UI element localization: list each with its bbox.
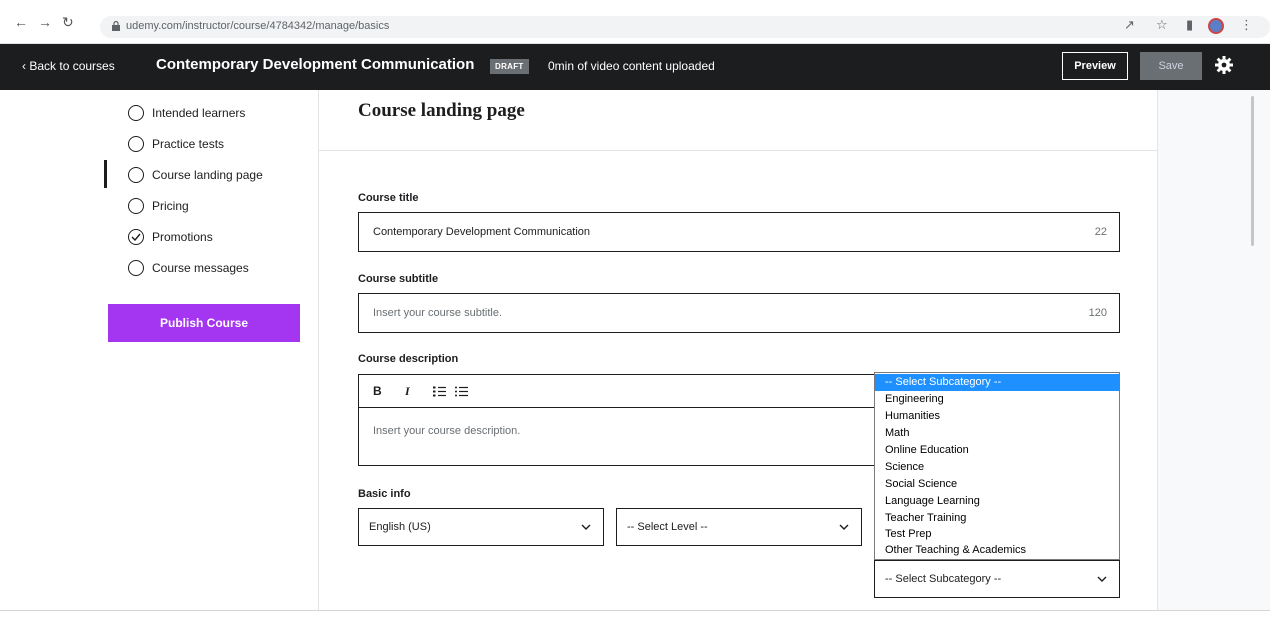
dropdown-option[interactable]: Engineering <box>875 391 1119 408</box>
dropdown-option[interactable]: Social Science <box>875 476 1119 493</box>
bulleted-list-icon[interactable] <box>455 386 468 397</box>
dropdown-option[interactable]: Language Learning <box>875 493 1119 510</box>
chevron-down-icon <box>839 524 849 530</box>
address-bar[interactable]: udemy.com/instructor/course/4784342/mana… <box>100 16 1270 38</box>
char-count: 120 <box>1088 307 1107 319</box>
course-subtitle-input[interactable]: Insert your course subtitle. 120 <box>358 293 1120 333</box>
gear-icon[interactable] <box>1214 55 1234 75</box>
url-text: udemy.com/instructor/course/4784342/mana… <box>126 20 390 32</box>
forward-arrow-icon[interactable]: → <box>38 14 52 30</box>
divider <box>319 150 1157 151</box>
course-description-placeholder: Insert your course description. <box>373 425 521 437</box>
course-header-bar: ‹ Back to courses Contemporary Developme… <box>0 44 1270 90</box>
back-arrow-icon[interactable]: ← <box>14 14 28 30</box>
sidebar-item-label: Course landing page <box>152 168 263 182</box>
dropdown-option[interactable]: Test Prep <box>875 526 1119 543</box>
subcategory-dropdown-list: -- Select Subcategory -- Engineering Hum… <box>874 372 1120 560</box>
basic-info-label: Basic info <box>358 488 411 500</box>
language-value: English (US) <box>369 521 431 533</box>
dropdown-option[interactable]: -- Select Subcategory -- <box>875 374 1119 391</box>
unchecked-circle-icon <box>128 136 144 152</box>
sidebar-item-intended-learners[interactable]: Intended learners <box>128 103 245 123</box>
reload-icon[interactable]: ↻ <box>62 14 74 30</box>
publish-course-button[interactable]: Publish Course <box>108 304 300 342</box>
scrollbar-thumb[interactable] <box>1251 96 1254 246</box>
sidebar-item-course-landing-page[interactable]: Course landing page <box>128 165 263 185</box>
subcategory-value: -- Select Subcategory -- <box>885 573 1002 585</box>
window-bottom-edge <box>0 610 1270 624</box>
course-title-label: Course title <box>358 192 419 204</box>
course-description-label: Course description <box>358 353 459 365</box>
preview-button[interactable]: Preview <box>1062 52 1128 80</box>
subcategory-select[interactable]: -- Select Subcategory -- <box>874 560 1120 598</box>
bookmark-star-icon[interactable]: ☆ <box>1156 17 1168 33</box>
sidebar-item-label: Pricing <box>152 199 189 213</box>
browser-toolbar: ← → ↻ udemy.com/instructor/course/478434… <box>0 0 1270 44</box>
unchecked-circle-icon <box>128 260 144 276</box>
dropdown-option[interactable]: Online Education <box>875 442 1119 459</box>
bold-button[interactable]: B <box>373 384 382 398</box>
draft-badge: DRAFT <box>490 59 529 74</box>
menu-dots-icon[interactable]: ⋮ <box>1240 17 1253 33</box>
chevron-down-icon <box>1097 576 1107 582</box>
header-course-title: Contemporary Development Communication <box>156 56 475 73</box>
active-indicator <box>104 160 107 188</box>
chevron-down-icon <box>581 524 591 530</box>
unchecked-circle-icon <box>128 167 144 183</box>
sidebar-item-pricing[interactable]: Pricing <box>128 196 189 216</box>
sidebar-item-label: Intended learners <box>152 106 246 120</box>
sidebar-item-label: Practice tests <box>152 137 225 151</box>
back-to-courses-label: Back to courses <box>29 59 115 73</box>
sidebar-item-promotions[interactable]: Promotions <box>128 227 213 247</box>
dropdown-option[interactable]: Teacher Training <box>875 510 1119 527</box>
sidebar-item-course-messages[interactable]: Course messages <box>128 258 249 278</box>
checked-circle-icon <box>128 229 144 245</box>
sidebar-item-practice-tests[interactable]: Practice tests <box>128 134 224 154</box>
course-title-value: Contemporary Development Communication <box>373 226 591 238</box>
profile-avatar[interactable] <box>1208 18 1224 34</box>
save-button[interactable]: Save <box>1140 52 1202 80</box>
italic-button[interactable]: I <box>405 384 410 399</box>
course-title-input[interactable]: Contemporary Development Communication 2… <box>358 212 1120 252</box>
language-select[interactable]: English (US) <box>358 508 604 546</box>
side-panel-icon[interactable]: ▮ <box>1186 17 1193 33</box>
unchecked-circle-icon <box>128 105 144 121</box>
back-to-courses-link[interactable]: ‹ Back to courses <box>22 59 115 73</box>
char-count: 22 <box>1094 226 1107 238</box>
level-value: -- Select Level -- <box>627 521 708 533</box>
lock-icon <box>112 21 120 31</box>
share-icon[interactable]: ↗ <box>1124 17 1135 33</box>
upload-status-text: 0min of video content uploaded <box>548 59 715 73</box>
ordered-list-icon[interactable] <box>433 386 446 397</box>
unchecked-circle-icon <box>128 198 144 214</box>
dropdown-option[interactable]: Math <box>875 425 1119 442</box>
level-select[interactable]: -- Select Level -- <box>616 508 862 546</box>
page-title: Course landing page <box>358 100 525 121</box>
dropdown-option[interactable]: Science <box>875 459 1119 476</box>
sidebar-item-label: Course messages <box>152 261 249 275</box>
dropdown-option[interactable]: Humanities <box>875 408 1119 425</box>
course-subtitle-label: Course subtitle <box>358 273 439 285</box>
sidebar-item-label: Promotions <box>152 230 213 244</box>
course-subtitle-placeholder: Insert your course subtitle. <box>373 307 503 319</box>
dropdown-option[interactable]: Other Teaching & Academics <box>875 542 1119 559</box>
